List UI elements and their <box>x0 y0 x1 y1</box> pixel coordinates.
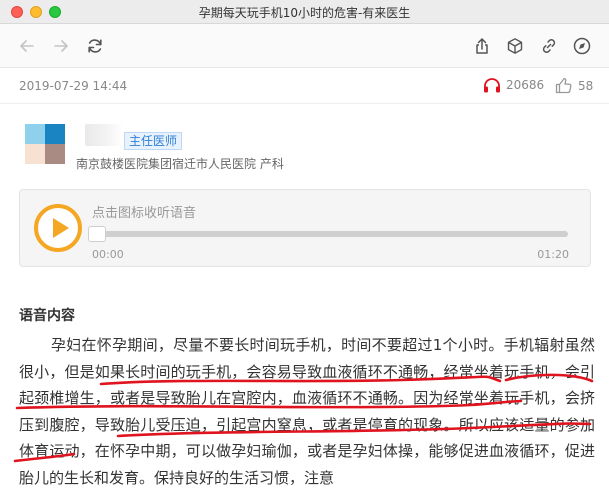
audio-progress-track[interactable] <box>92 231 568 237</box>
avatar-block <box>25 124 45 144</box>
window-title: 孕期每天玩手机10小时的危害-有来医生 <box>198 6 411 20</box>
doctor-title-badge: 主任医师 <box>124 132 183 150</box>
like-button[interactable]: 58 <box>555 77 593 94</box>
link-icon[interactable] <box>538 35 560 57</box>
doctor-name-redacted <box>85 124 123 146</box>
cube-icon[interactable] <box>504 35 526 57</box>
play-button[interactable] <box>34 204 82 252</box>
browser-toolbar <box>0 24 609 68</box>
listen-count: 20686 <box>483 77 544 93</box>
headphones-icon <box>484 78 500 93</box>
article-meta: 2019-07-29 14:44 20686 58 <box>0 68 609 104</box>
avatar-block <box>45 144 65 164</box>
audio-player: 点击图标收听语音 00:00 01:20 <box>19 189 591 267</box>
audio-total-time: 01:20 <box>537 248 569 261</box>
audio-progress-handle[interactable] <box>88 226 106 242</box>
arrow-left-icon[interactable] <box>16 35 38 57</box>
section-title: 语音内容 <box>19 308 75 324</box>
doctor-hospital[interactable]: 南京鼓楼医院集团宿迁市人民医院 产科 <box>76 155 284 172</box>
reload-icon[interactable] <box>84 35 106 57</box>
window-titlebar: 孕期每天玩手机10小时的危害-有来医生 <box>0 0 609 24</box>
listen-count-value: 20686 <box>506 78 545 92</box>
avatar[interactable] <box>25 124 65 164</box>
avatar-block <box>25 144 45 164</box>
audio-hint: 点击图标收听语音 <box>92 206 197 221</box>
article-paragraph: 孕妇在怀孕期间，尽量不要长时间玩手机，时间不要超过1个小时。手机辐射虽然很小，但… <box>19 336 595 487</box>
avatar-block <box>45 124 65 144</box>
compass-icon[interactable] <box>571 35 593 57</box>
thumbs-up-icon <box>555 77 572 94</box>
audio-current-time: 00:00 <box>92 248 124 261</box>
share-icon[interactable] <box>471 35 493 57</box>
arrow-right-icon[interactable] <box>50 35 72 57</box>
like-count-value: 58 <box>578 78 594 93</box>
publish-date: 2019-07-29 14:44 <box>19 79 128 93</box>
